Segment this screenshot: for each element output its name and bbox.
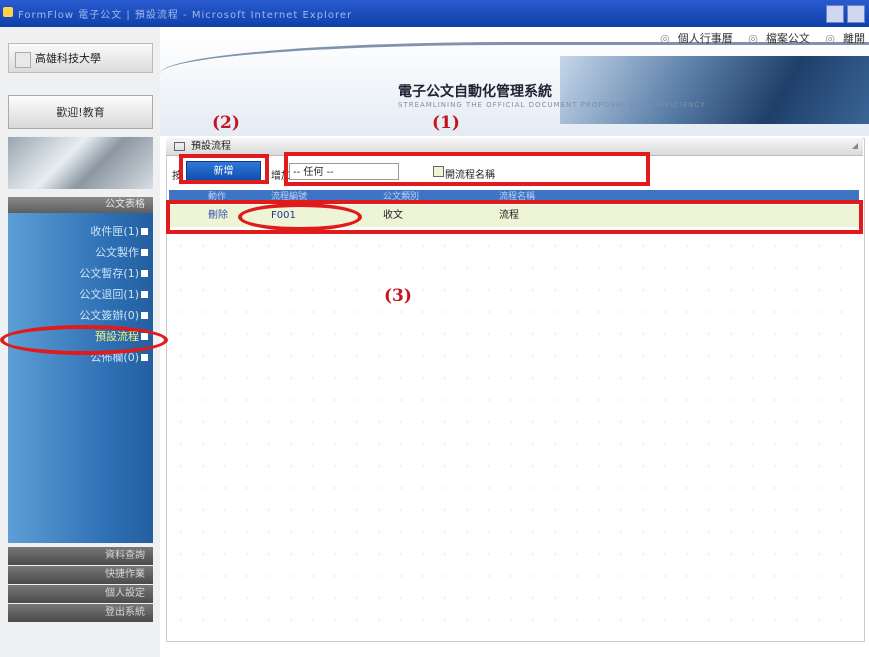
window-title-bar: FormFlow 電子公文 | 預設流程 - Microsoft Interne…	[0, 0, 869, 27]
bullet-icon	[141, 291, 148, 298]
window-icon	[174, 141, 185, 151]
panel-title: 預設流程	[191, 141, 231, 152]
annotation-3: (3)	[384, 286, 412, 306]
menu-header: 公文表格	[8, 197, 153, 213]
user-greeting: 歡迎!教育	[8, 95, 153, 129]
highlight-sidebar-item	[0, 325, 168, 355]
annotation-2: (2)	[212, 113, 240, 133]
system-subtitle: STREAMLINING THE OFFICIAL DOCUMENT PROPO…	[398, 101, 706, 109]
resize-icon	[852, 143, 858, 149]
sidebar-item-compose[interactable]: 公文製作	[8, 242, 153, 263]
logo-icon	[15, 52, 31, 68]
bullet-icon	[141, 270, 148, 277]
bullet-icon	[141, 312, 148, 319]
window-controls	[826, 5, 865, 23]
sidebar-item-signing[interactable]: 公文簽辦(0)	[8, 305, 153, 326]
sidebar-item-returned[interactable]: 公文退回(1)	[8, 284, 153, 305]
circle-icon: ◎	[748, 32, 758, 45]
sidebar-item-logout[interactable]: 登出系統	[8, 604, 153, 622]
background-pattern	[170, 235, 860, 635]
bullet-icon	[141, 354, 148, 361]
bullet-icon	[141, 249, 148, 256]
ie-icon	[3, 7, 13, 17]
top-link-exit[interactable]: ◎ 離開	[819, 32, 865, 45]
minimize-button[interactable]	[826, 5, 844, 23]
system-title: 電子公文自動化管理系統	[398, 84, 552, 100]
bullet-icon	[141, 228, 148, 235]
sidebar-menu: 收件匣(1) 公文製作 公文暫存(1) 公文退回(1) 公文簽辦(0) 預設流程…	[8, 213, 153, 543]
sidebar-item-quick[interactable]: 快捷作業	[8, 566, 153, 584]
sidebar-photo	[8, 137, 153, 189]
sidebar-item-drafts[interactable]: 公文暫存(1)	[8, 263, 153, 284]
circle-icon: ◎	[660, 32, 670, 45]
sidebar-item-settings[interactable]: 個人設定	[8, 585, 153, 603]
sidebar-bottom-menu: 資料查詢 快捷作業 個人設定 登出系統	[8, 547, 153, 623]
header-image	[560, 56, 869, 124]
sidebar-item-inbox[interactable]: 收件匣(1)	[8, 221, 153, 242]
school-name: 高雄科技大學	[35, 52, 101, 65]
annotation-1: (1)	[432, 113, 460, 133]
circle-icon: ◎	[825, 32, 835, 45]
top-links: ◎ 個人行事曆 ◎ 檔案公文 ◎ 離開	[648, 30, 865, 46]
top-link-calendar[interactable]: ◎ 個人行事曆	[654, 32, 733, 45]
sidebar-item-query[interactable]: 資料查詢	[8, 547, 153, 565]
highlight-flow-id	[238, 203, 362, 231]
window-title: FormFlow 電子公文 | 預設流程 - Microsoft Interne…	[18, 10, 353, 21]
maximize-button[interactable]	[847, 5, 865, 23]
highlight-add-button	[179, 154, 269, 184]
highlight-filter	[284, 152, 650, 186]
school-logo: 高雄科技大學	[8, 43, 153, 73]
top-link-archive[interactable]: ◎ 檔案公文	[742, 32, 810, 45]
